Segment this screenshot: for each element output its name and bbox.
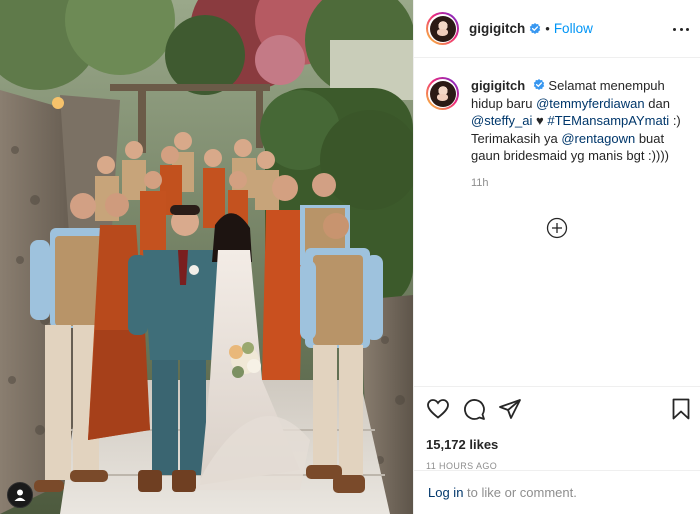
header-username[interactable]: gigigitch bbox=[469, 21, 525, 36]
separator-dot: • bbox=[545, 21, 550, 36]
more-options-icon[interactable] bbox=[673, 22, 689, 36]
avatar[interactable] bbox=[426, 12, 459, 45]
login-link[interactable]: Log in bbox=[428, 485, 463, 500]
caption-segment: ♥ bbox=[532, 113, 548, 128]
follow-button[interactable]: Follow bbox=[554, 21, 593, 36]
post-sidebar: gigigitch • Follow gigigitch Selamat men… bbox=[413, 0, 700, 514]
verified-badge-icon bbox=[533, 79, 544, 90]
wedding-group-photo bbox=[0, 0, 413, 514]
post-photo[interactable] bbox=[0, 0, 413, 514]
mention-link[interactable]: @rentagown bbox=[561, 131, 635, 146]
mention-link[interactable]: @temmyferdiawan bbox=[536, 96, 645, 111]
hashtag-link[interactable]: #TEMansampAYmati bbox=[547, 113, 669, 128]
mention-link[interactable]: @steffy_ai bbox=[471, 113, 532, 128]
comment-prompt: to like or comment. bbox=[463, 485, 577, 500]
caption-text: gigigitch Selamat menempuh hidup baru @t… bbox=[471, 77, 689, 192]
post-header: gigigitch • Follow bbox=[414, 0, 700, 58]
caption-avatar[interactable] bbox=[426, 77, 459, 110]
user-tag-icon bbox=[14, 489, 26, 501]
comment-bubble-icon[interactable] bbox=[462, 397, 486, 421]
caption-time: 11h bbox=[471, 176, 489, 189]
verified-badge-icon bbox=[530, 22, 541, 34]
heart-icon[interactable] bbox=[426, 397, 450, 421]
comment-bar: Log in to like or comment. bbox=[414, 470, 700, 514]
bookmark-icon[interactable] bbox=[669, 397, 693, 421]
caption-segment: dan bbox=[644, 95, 670, 111]
tagged-user-button[interactable] bbox=[7, 482, 33, 508]
caption-section: gigigitch Selamat menempuh hidup baru @t… bbox=[414, 59, 700, 386]
plus-circle-icon[interactable] bbox=[546, 217, 568, 239]
caption-username[interactable]: gigigitch bbox=[471, 78, 525, 93]
post-actions: 15,172 likes 11 HOURS AGO bbox=[414, 386, 700, 471]
paper-plane-icon[interactable] bbox=[498, 397, 522, 421]
like-count[interactable]: 15,172 likes bbox=[426, 437, 689, 452]
